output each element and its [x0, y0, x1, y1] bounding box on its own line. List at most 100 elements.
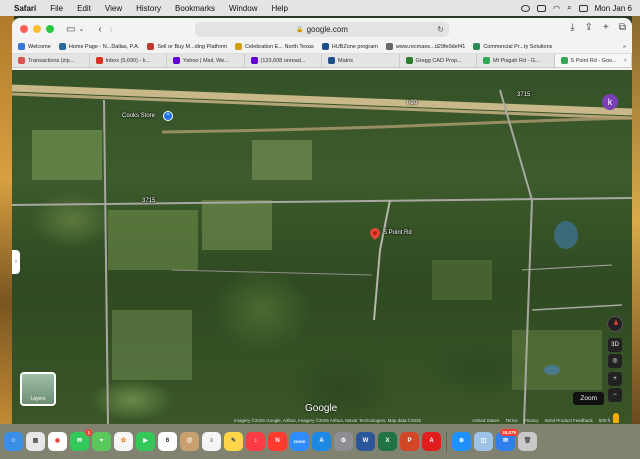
app-store-icon[interactable]: A: [312, 432, 331, 451]
tab-yahoo-unread[interactable]: (133,608 unread...: [245, 54, 322, 67]
chevron-right-icon[interactable]: »: [623, 44, 626, 50]
system-settings-icon[interactable]: ⚙: [334, 432, 353, 451]
notes-icon[interactable]: ✎: [224, 432, 243, 451]
wifi-icon[interactable]: ◠: [553, 4, 560, 13]
share-icon[interactable]: ⇪: [585, 22, 593, 33]
zoom-in-button[interactable]: +: [608, 372, 622, 386]
favorites-bar: Welcome Home Page - N...Dallas, P.A. Sel…: [12, 40, 632, 54]
mail-icon[interactable]: ✉ 26,079: [496, 429, 518, 451]
fullscreen-window-button[interactable]: [46, 25, 54, 33]
excel-icon[interactable]: X: [378, 432, 397, 451]
address-bar[interactable]: 🔒 google.com ↻: [195, 22, 449, 37]
tab-mt-pisgah[interactable]: Mt Pisgah Rd - G...: [477, 54, 555, 67]
finder-icon[interactable]: ☺: [4, 432, 23, 451]
satellite-map[interactable]: I-20 3715 3715 ▪ Cooks Store S Point Rd …: [12, 70, 632, 424]
avatar[interactable]: k: [602, 94, 618, 110]
business-label[interactable]: Cooks Store: [122, 113, 155, 119]
menu-bookmarks[interactable]: Bookmarks: [168, 4, 222, 13]
powerpoint-icon[interactable]: P: [400, 432, 419, 451]
tab-overview-icon[interactable]: ⧉: [619, 22, 626, 33]
word-icon[interactable]: W: [356, 432, 375, 451]
bookmark-label: Sell or Buy M...ding Platform: [157, 43, 228, 50]
messages-icon[interactable]: ✉ 1: [70, 429, 92, 451]
tab-favicon: [173, 57, 180, 64]
menu-edit[interactable]: Edit: [70, 4, 98, 13]
menu-bar: Safari File Edit View History Bookmarks …: [0, 0, 640, 16]
tab-label: S Point Rd - Goo...: [570, 57, 617, 64]
compass-icon[interactable]: [607, 316, 623, 332]
tab-s-point-rd[interactable]: S Point Rd - Goo... ×: [554, 54, 632, 67]
menu-app-name[interactable]: Safari: [14, 4, 43, 13]
menu-history[interactable]: History: [129, 4, 168, 13]
menu-window[interactable]: Window: [222, 4, 264, 13]
dirt-track: [161, 116, 632, 134]
new-tab-icon[interactable]: +: [603, 22, 609, 33]
s-point-road: [373, 199, 391, 321]
control-center-icon[interactable]: [578, 4, 588, 12]
tab-gmail-inbox[interactable]: Inbox (5,690) - k...: [90, 54, 167, 67]
zoom-icon[interactable]: zoom: [290, 432, 309, 451]
sidebar-toggle-icon[interactable]: ▭: [66, 24, 75, 35]
layers-button[interactable]: Layers: [20, 372, 56, 406]
bookmark-item[interactable]: www.recmaes...d29fe0def41: [385, 43, 465, 50]
close-tab-icon[interactable]: ×: [624, 58, 627, 64]
view-3d-button[interactable]: 3D: [608, 338, 622, 352]
contacts-icon[interactable]: @: [180, 432, 199, 451]
news-icon[interactable]: N: [268, 432, 287, 451]
tab-transactions[interactable]: Transactions (zip...: [12, 54, 90, 67]
close-window-button[interactable]: [20, 25, 28, 33]
reload-icon[interactable]: ↻: [437, 25, 444, 34]
music-icon[interactable]: ♪: [246, 432, 265, 451]
scale-label[interactable]: 500 ft: [599, 418, 610, 423]
facetime-icon[interactable]: ▶: [136, 432, 155, 451]
photos-icon[interactable]: ✿: [114, 432, 133, 451]
bookmark-item[interactable]: Celebration E... North Texas: [235, 43, 314, 50]
bookmark-item[interactable]: HUBZone program: [321, 43, 378, 50]
zoom-out-button[interactable]: −: [608, 388, 622, 402]
reminders-icon[interactable]: ≡: [202, 432, 221, 451]
trash-icon[interactable]: 🗑: [518, 432, 537, 451]
map-field: [252, 140, 312, 180]
acrobat-icon[interactable]: A: [422, 432, 441, 451]
battery-icon[interactable]: [537, 4, 547, 12]
download-icon[interactable]: ⤓: [570, 22, 574, 33]
minimize-window-button[interactable]: [33, 25, 41, 33]
my-location-button[interactable]: ◎: [608, 354, 622, 368]
pin-label[interactable]: S Point Rd: [383, 230, 412, 236]
map-field: [112, 310, 192, 380]
chevron-down-icon[interactable]: ⌄: [78, 25, 84, 33]
menu-help[interactable]: Help: [264, 4, 294, 13]
location-pin-icon[interactable]: [367, 225, 383, 242]
tab-matrix[interactable]: Matrix: [322, 54, 400, 67]
bookmark-label: Home Page - N...Dallas, P.A.: [68, 43, 140, 50]
tab-label: Matrix: [338, 57, 353, 64]
bookmark-item[interactable]: Commercial Pr...ty Solutions: [473, 43, 552, 50]
footer-link[interactable]: Privacy: [524, 418, 539, 423]
bookmark-item[interactable]: Sell or Buy M...ding Platform: [147, 43, 227, 50]
safari-icon[interactable]: ⊕: [452, 432, 471, 451]
forward-button[interactable]: ›: [110, 24, 113, 35]
creative-cloud-icon[interactable]: [521, 4, 531, 12]
maps-icon[interactable]: ⌖: [92, 432, 111, 451]
county-road: [521, 264, 613, 271]
expand-side-panel-button[interactable]: ›: [12, 250, 20, 274]
menu-clock[interactable]: Mon Jan 6: [595, 4, 632, 13]
calendar-icon[interactable]: 6: [158, 432, 177, 451]
footer-link[interactable]: Terms: [505, 418, 517, 423]
bookmark-item[interactable]: Welcome: [18, 43, 51, 50]
fm-road-label-2: 3715: [517, 92, 531, 98]
back-button[interactable]: ‹: [98, 24, 101, 35]
highway-label: I-20: [407, 100, 418, 106]
bookmark-item[interactable]: Home Page - N...Dallas, P.A.: [58, 43, 140, 50]
preview-icon[interactable]: ◫: [474, 432, 493, 451]
footer-link[interactable]: Send Product Feedback: [544, 418, 592, 423]
chrome-icon[interactable]: ◉: [48, 432, 67, 451]
tab-yahoo-mail[interactable]: Yahoo | Mail, We...: [167, 54, 245, 67]
menu-view[interactable]: View: [98, 4, 129, 13]
launchpad-icon[interactable]: ▦: [26, 432, 45, 451]
footer-link[interactable]: United States: [472, 418, 499, 423]
tab-gregg-cad[interactable]: Gregg CAD Prop...: [400, 54, 477, 67]
search-icon[interactable]: ⌕: [567, 3, 571, 13]
business-marker-icon[interactable]: ▪: [163, 111, 173, 121]
menu-file[interactable]: File: [43, 4, 70, 13]
